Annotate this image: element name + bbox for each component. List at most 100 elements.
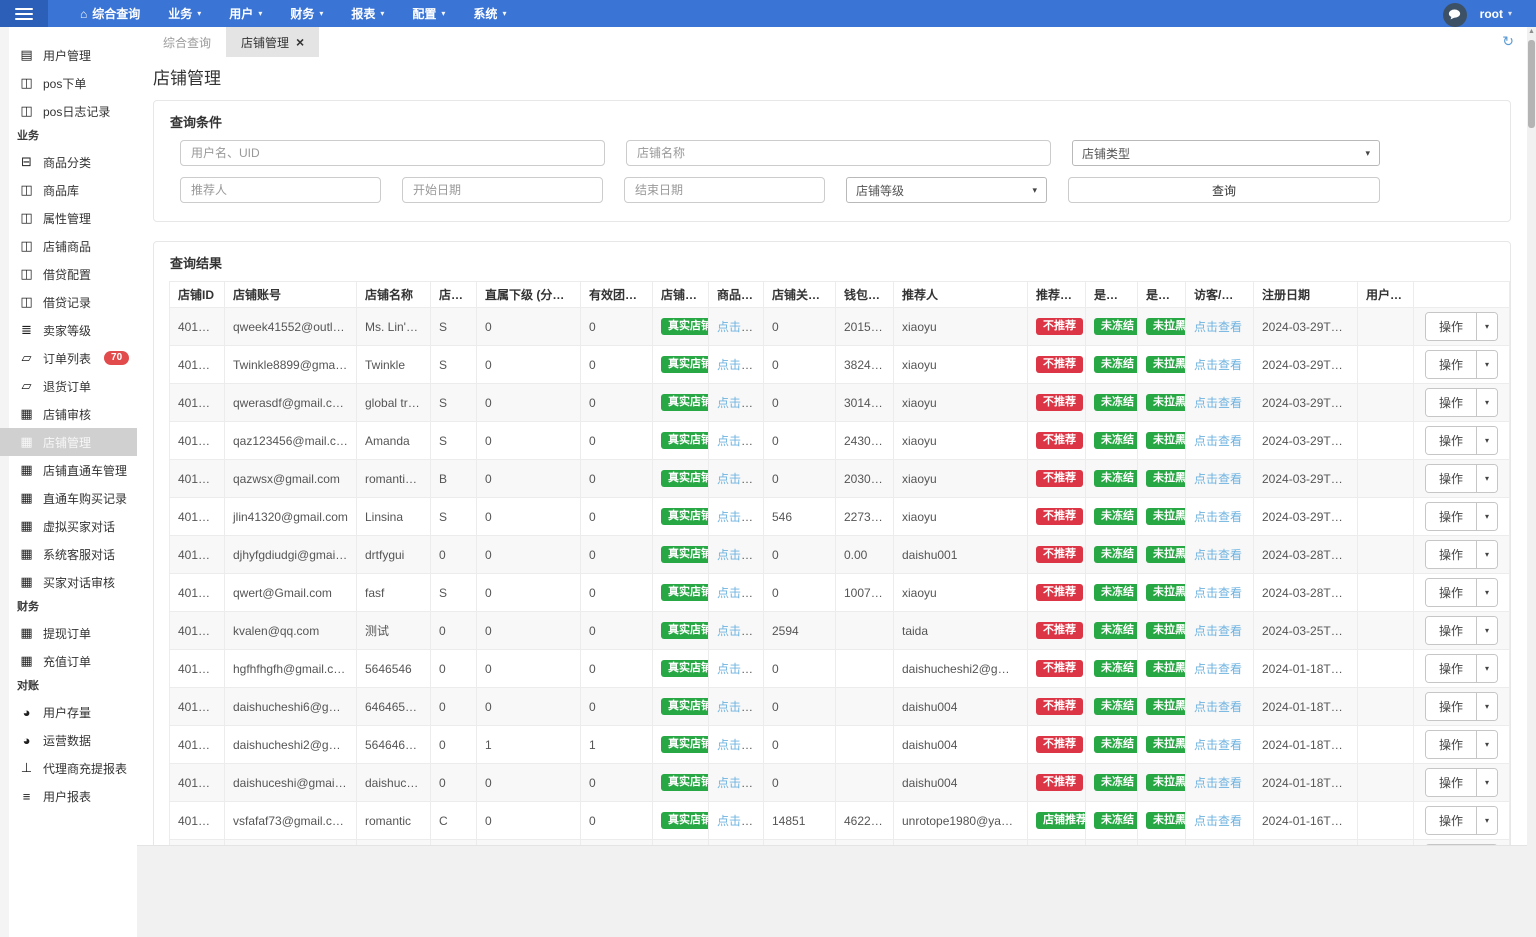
shop-level-select[interactable]: 店铺等级 ▾ [846, 177, 1047, 203]
action-dropdown-button[interactable]: ▾ [1476, 693, 1498, 720]
sidebar-item[interactable]: ◫ 借贷配置 [0, 260, 137, 288]
action-button[interactable]: 操作 [1425, 351, 1476, 378]
sidebar-item[interactable]: ◫ pos下单 [0, 69, 137, 97]
chat-icon[interactable] [1442, 2, 1467, 27]
nav-item[interactable]: 报表 ▾ [337, 0, 398, 27]
close-icon[interactable]: × [296, 35, 304, 49]
action-button[interactable]: 操作 [1425, 541, 1476, 568]
user-menu[interactable]: root ▾ [1480, 7, 1512, 21]
sidebar-item[interactable]: ▤ 用户管理 [0, 41, 137, 69]
view-goods-link[interactable]: 点击查看 [717, 738, 763, 752]
view-visits-link[interactable]: 点击查看 [1194, 662, 1242, 676]
sidebar-item[interactable]: ▦ 提现订单 [0, 619, 137, 647]
action-button[interactable]: 操作 [1425, 579, 1476, 606]
username-uid-input[interactable] [180, 140, 605, 166]
nav-item[interactable]: 用户 ▾ [215, 0, 276, 27]
tab-shop-management[interactable]: 店铺管理 × [226, 27, 320, 57]
window-scrollbar[interactable]: ▲ [1527, 27, 1536, 937]
action-button[interactable]: 操作 [1425, 807, 1476, 834]
action-button[interactable]: 操作 [1425, 693, 1476, 720]
view-goods-link[interactable]: 点击查看 [717, 320, 763, 334]
referrer-input[interactable] [180, 177, 381, 203]
view-visits-link[interactable]: 点击查看 [1194, 358, 1242, 372]
sidebar-item[interactable]: ▱ 订单列表 70 [0, 344, 137, 372]
action-dropdown-button[interactable]: ▾ [1476, 807, 1498, 834]
action-dropdown-button[interactable]: ▾ [1476, 503, 1498, 530]
view-visits-link[interactable]: 点击查看 [1194, 624, 1242, 638]
view-visits-link[interactable]: 点击查看 [1194, 814, 1242, 828]
view-visits-link[interactable]: 点击查看 [1194, 434, 1242, 448]
view-visits-link[interactable]: 点击查看 [1194, 776, 1242, 790]
view-goods-link[interactable]: 点击查看 [717, 510, 763, 524]
action-dropdown-button[interactable]: ▾ [1476, 769, 1498, 796]
sidebar-item[interactable]: ▦ 直通车购买记录 [0, 484, 137, 512]
view-visits-link[interactable]: 点击查看 [1194, 548, 1242, 562]
hamburger-menu-icon[interactable] [0, 0, 48, 27]
view-goods-link[interactable]: 点击查看 [717, 662, 763, 676]
view-visits-link[interactable]: 点击查看 [1194, 510, 1242, 524]
action-button[interactable]: 操作 [1425, 427, 1476, 454]
view-goods-link[interactable]: 点击查看 [717, 624, 763, 638]
end-date-input[interactable] [624, 177, 825, 203]
sidebar-item[interactable]: ⊥ 代理商充提报表 [0, 754, 137, 782]
action-dropdown-button[interactable]: ▾ [1476, 541, 1498, 568]
view-goods-link[interactable]: 点击查看 [717, 434, 763, 448]
search-button[interactable]: 查询 [1068, 177, 1380, 203]
view-visits-link[interactable]: 点击查看 [1194, 472, 1242, 486]
sidebar-item[interactable]: ▦ 系统客服对话 [0, 540, 137, 568]
view-visits-link[interactable]: 点击查看 [1194, 320, 1242, 334]
sidebar-item[interactable]: ▦ 店铺管理 [0, 428, 137, 456]
sidebar-item[interactable]: ≡ 用户报表 [0, 782, 137, 810]
action-dropdown-button[interactable]: ▾ [1476, 351, 1498, 378]
sidebar-item[interactable]: ◫ pos日志记录 [0, 97, 137, 125]
nav-item[interactable]: 配置 ▾ [398, 0, 459, 27]
view-goods-link[interactable]: 点击查看 [717, 814, 763, 828]
view-goods-link[interactable]: 点击查看 [717, 472, 763, 486]
action-dropdown-button[interactable]: ▾ [1476, 617, 1498, 644]
sidebar-item[interactable]: ▦ 买家对话审核 [0, 568, 137, 596]
sidebar-item[interactable]: ▦ 虚拟买家对话 [0, 512, 137, 540]
shop-type-select[interactable]: 店铺类型 ▾ [1072, 140, 1380, 166]
view-goods-link[interactable]: 点击查看 [717, 586, 763, 600]
sidebar-item[interactable]: ▱ 退货订单 [0, 372, 137, 400]
sidebar-item[interactable]: ◫ 商品库 [0, 176, 137, 204]
action-button[interactable]: 操作 [1425, 503, 1476, 530]
sidebar-item[interactable]: ⊟ 商品分类 [0, 148, 137, 176]
shop-name-input[interactable] [626, 140, 1051, 166]
view-goods-link[interactable]: 点击查看 [717, 548, 763, 562]
sidebar-item[interactable]: ▦ 店铺审核 [0, 400, 137, 428]
sidebar-item[interactable]: ◕ 运营数据 [0, 726, 137, 754]
view-visits-link[interactable]: 点击查看 [1194, 738, 1242, 752]
action-dropdown-button[interactable]: ▾ [1476, 313, 1498, 340]
view-goods-link[interactable]: 点击查看 [717, 700, 763, 714]
view-visits-link[interactable]: 点击查看 [1194, 396, 1242, 410]
sidebar-item[interactable]: ▦ 充值订单 [0, 647, 137, 675]
view-goods-link[interactable]: 点击查看 [717, 776, 763, 790]
view-visits-link[interactable]: 点击查看 [1194, 700, 1242, 714]
tab-comprehensive-query[interactable]: 综合查询 [148, 27, 226, 57]
view-visits-link[interactable]: 点击查看 [1194, 586, 1242, 600]
view-goods-link[interactable]: 点击查看 [717, 358, 763, 372]
action-button[interactable]: 操作 [1425, 769, 1476, 796]
scrollbar-thumb[interactable] [1528, 40, 1535, 128]
nav-item[interactable]: 系统 ▾ [459, 0, 520, 27]
refresh-icon[interactable]: ↻ [1502, 33, 1514, 50]
sidebar-item[interactable]: ◫ 属性管理 [0, 204, 137, 232]
action-button[interactable]: 操作 [1425, 617, 1476, 644]
sidebar-item[interactable]: ◕ 用户存量 [0, 698, 137, 726]
sidebar-item[interactable]: ◫ 店铺商品 [0, 232, 137, 260]
action-dropdown-button[interactable]: ▾ [1476, 427, 1498, 454]
action-dropdown-button[interactable]: ▾ [1476, 731, 1498, 758]
view-goods-link[interactable]: 点击查看 [717, 396, 763, 410]
action-dropdown-button[interactable]: ▾ [1476, 465, 1498, 492]
action-dropdown-button[interactable]: ▾ [1476, 655, 1498, 682]
action-button[interactable]: 操作 [1425, 389, 1476, 416]
action-button[interactable]: 操作 [1425, 655, 1476, 682]
sidebar-item[interactable]: ▦ 店铺直通车管理 [0, 456, 137, 484]
action-button[interactable]: 操作 [1425, 731, 1476, 758]
scroll-up-icon[interactable]: ▲ [1527, 28, 1536, 35]
action-button[interactable]: 操作 [1425, 465, 1476, 492]
nav-item[interactable]: 业务 ▾ [154, 0, 215, 27]
sidebar-item[interactable]: ≣ 卖家等级 [0, 316, 137, 344]
action-dropdown-button[interactable]: ▾ [1476, 389, 1498, 416]
